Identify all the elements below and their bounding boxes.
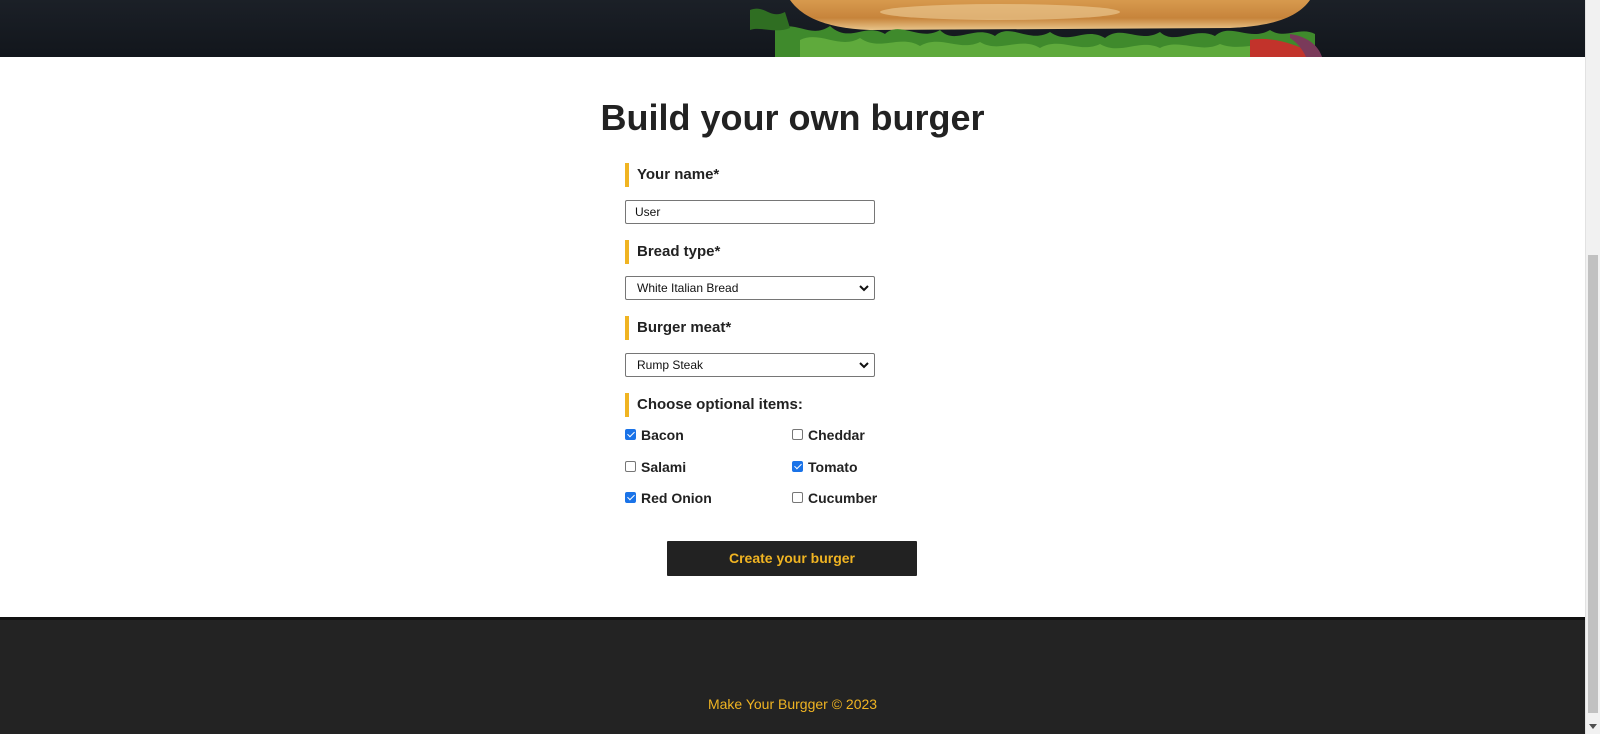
option-bacon[interactable]: Bacon	[625, 425, 684, 445]
name-input[interactable]	[625, 200, 875, 224]
checkbox[interactable]	[792, 491, 803, 503]
checkbox[interactable]	[625, 460, 636, 472]
main-content: Build your own burger Your name* Bread t…	[0, 0, 1585, 734]
bread-type-select[interactable]: White Italian Bread	[625, 276, 875, 300]
chevron-down-icon	[859, 285, 869, 292]
option-label: Cucumber	[808, 490, 878, 506]
optional-items-label: Choose optional items:	[625, 393, 803, 417]
option-salami[interactable]: Salami	[625, 457, 686, 477]
scroll-down-arrow-icon[interactable]	[1589, 724, 1597, 729]
option-label: Tomato	[808, 459, 858, 475]
bread-type-label: Bread type*	[625, 240, 720, 264]
option-cheddar[interactable]: Cheddar	[792, 425, 865, 445]
create-burger-button[interactable]: Create your burger	[667, 541, 917, 576]
option-tomato[interactable]: Tomato	[792, 457, 858, 477]
option-label: Bacon	[641, 427, 684, 443]
footer: Make Your Burgger © 2023	[0, 617, 1585, 734]
burger-image	[750, 0, 1340, 57]
hero-banner	[0, 0, 1585, 57]
burger-meat-select[interactable]: Rump Steak	[625, 353, 875, 377]
option-red-onion[interactable]: Red Onion	[625, 488, 712, 508]
checkbox[interactable]	[625, 491, 636, 503]
chevron-down-icon	[859, 362, 869, 369]
checkbox[interactable]	[625, 428, 636, 440]
option-label: Red Onion	[641, 490, 712, 506]
option-label: Salami	[641, 459, 687, 475]
scrollbar-thumb[interactable]	[1588, 255, 1598, 713]
burger-meat-label: Burger meat*	[625, 316, 731, 340]
page-scrollbar[interactable]	[1585, 0, 1600, 734]
option-label: Cheddar	[808, 427, 865, 443]
burger-meat-selected-value: Rump Steak	[637, 358, 704, 372]
page: Build your own burger Your name* Bread t…	[0, 0, 1600, 734]
page-title: Build your own burger	[600, 97, 985, 138]
name-label: Your name*	[625, 163, 719, 187]
bread-type-selected-value: White Italian Bread	[637, 281, 739, 295]
checkbox[interactable]	[792, 460, 803, 472]
checkbox[interactable]	[792, 428, 803, 440]
footer-copyright: Make Your Burgger © 2023	[707, 696, 878, 712]
option-cucumber[interactable]: Cucumber	[792, 488, 877, 508]
